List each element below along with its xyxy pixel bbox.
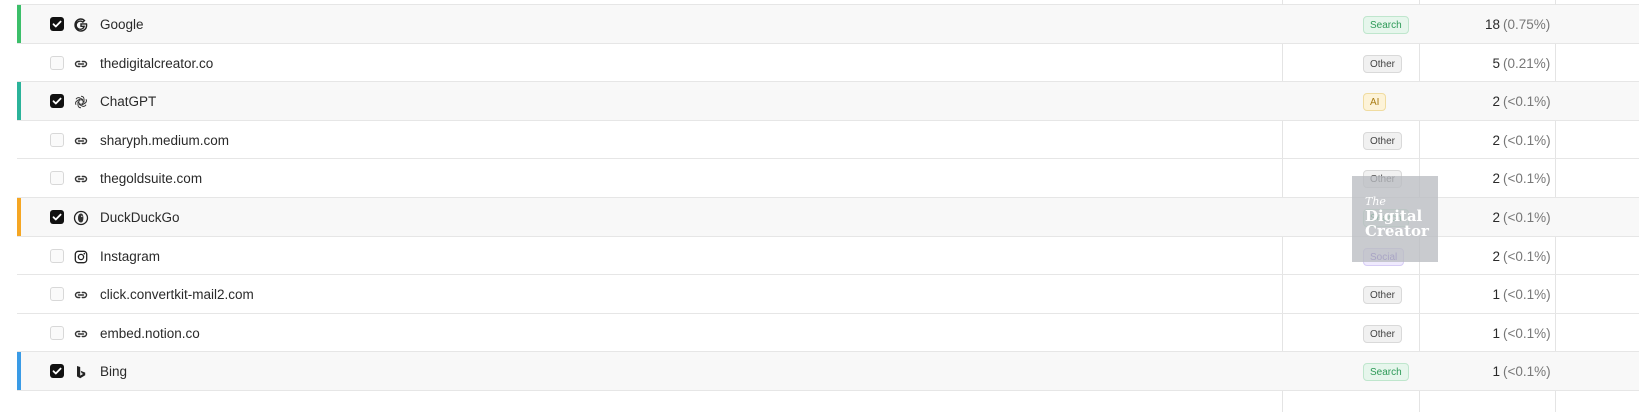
row-checkbox[interactable]: [50, 248, 64, 263]
source-name[interactable]: click.convertkit-mail2.com: [100, 275, 254, 314]
visitor-percent: (<0.1%): [1503, 210, 1551, 225]
google-icon: [73, 17, 89, 33]
row-checkbox[interactable]: [50, 55, 64, 70]
duckduckgo-icon: [73, 210, 89, 226]
row-color-indicator: [17, 352, 21, 390]
source-type-badge: Search: [1363, 16, 1409, 34]
visitor-percent: (0.75%): [1503, 17, 1551, 32]
source-type-badge: Other: [1363, 131, 1403, 150]
row-checkbox[interactable]: [50, 94, 64, 109]
source-type-badge: AI: [1363, 93, 1387, 112]
link-icon: [73, 326, 89, 342]
visitor-percent: (<0.1%): [1503, 325, 1551, 341]
source-type-badge: Search: [1363, 363, 1409, 382]
link-icon: [73, 287, 89, 303]
row-checkbox[interactable]: [50, 364, 64, 379]
source-name[interactable]: Bing: [100, 352, 127, 391]
source-name[interactable]: ChatGPT: [100, 82, 156, 121]
visitor-count: 2: [1492, 94, 1500, 110]
source-name[interactable]: thedigitalcreator.co: [100, 44, 213, 83]
source-name[interactable]: thegoldsuite.com: [100, 159, 202, 198]
visitor-count: 5: [1492, 55, 1500, 71]
visitor-percent: (0.21%): [1503, 55, 1551, 71]
row-checkbox[interactable]: [50, 171, 64, 186]
visitor-count: 2: [1492, 248, 1500, 264]
source-type-badge: Other: [1363, 54, 1403, 73]
table-row[interactable]: click.convertkit-mail2.com Other 1 (<0.1%): [17, 275, 1639, 314]
row-color-indicator: [17, 82, 21, 120]
row-checkbox[interactable]: [50, 17, 64, 31]
bing-icon: [73, 364, 89, 380]
source-name[interactable]: Instagram: [100, 237, 160, 276]
visitor-count: 1: [1492, 287, 1500, 303]
link-icon: [73, 56, 89, 72]
instagram-icon: [73, 249, 89, 265]
visitor-percent: (<0.1%): [1503, 132, 1551, 148]
visitor-percent: (<0.1%): [1503, 287, 1551, 303]
table-row[interactable]: embed.notion.co Other 1 (<0.1%): [17, 314, 1639, 353]
row-checkbox[interactable]: [50, 210, 64, 224]
table-row[interactable]: sharyph.medium.com Other 2 (<0.1%): [17, 121, 1639, 160]
row-checkbox[interactable]: [50, 132, 64, 147]
source-name[interactable]: sharyph.medium.com: [100, 121, 229, 160]
source-type-badge: Other: [1363, 324, 1403, 343]
link-icon: [73, 171, 89, 187]
row-checkbox[interactable]: [50, 287, 64, 302]
table-row[interactable]: Google Search 18 (0.75%): [17, 5, 1639, 44]
visitor-percent: (<0.1%): [1503, 94, 1551, 110]
source-name[interactable]: DuckDuckGo: [100, 198, 180, 237]
source-name[interactable]: Google: [100, 5, 144, 44]
visitor-count: 1: [1492, 364, 1500, 380]
row-checkbox[interactable]: [50, 325, 64, 340]
visitor-percent: (<0.1%): [1503, 248, 1551, 264]
watermark-logo: The Digital Creator: [1352, 176, 1438, 262]
table-row[interactable]: thedigitalcreator.co Other 5 (0.21%): [17, 44, 1639, 83]
source-name[interactable]: embed.notion.co: [100, 314, 200, 353]
visitor-count: 2: [1492, 171, 1500, 187]
visitor-count: 2: [1492, 132, 1500, 148]
row-color-indicator: [17, 5, 21, 43]
visitor-count: 2: [1492, 210, 1500, 225]
row-color-indicator: [17, 198, 21, 236]
table-row[interactable]: ChatGPT AI 2 (<0.1%): [17, 82, 1639, 121]
link-icon: [73, 133, 89, 149]
source-type-badge: Other: [1363, 286, 1403, 305]
table-row[interactable]: Bing Search 1 (<0.1%): [17, 352, 1639, 391]
visitor-count: 18: [1484, 17, 1500, 32]
visitor-percent: (<0.1%): [1503, 364, 1551, 380]
openai-icon: [73, 94, 89, 110]
visitor-count: 1: [1492, 325, 1500, 341]
visitor-percent: (<0.1%): [1503, 171, 1551, 187]
